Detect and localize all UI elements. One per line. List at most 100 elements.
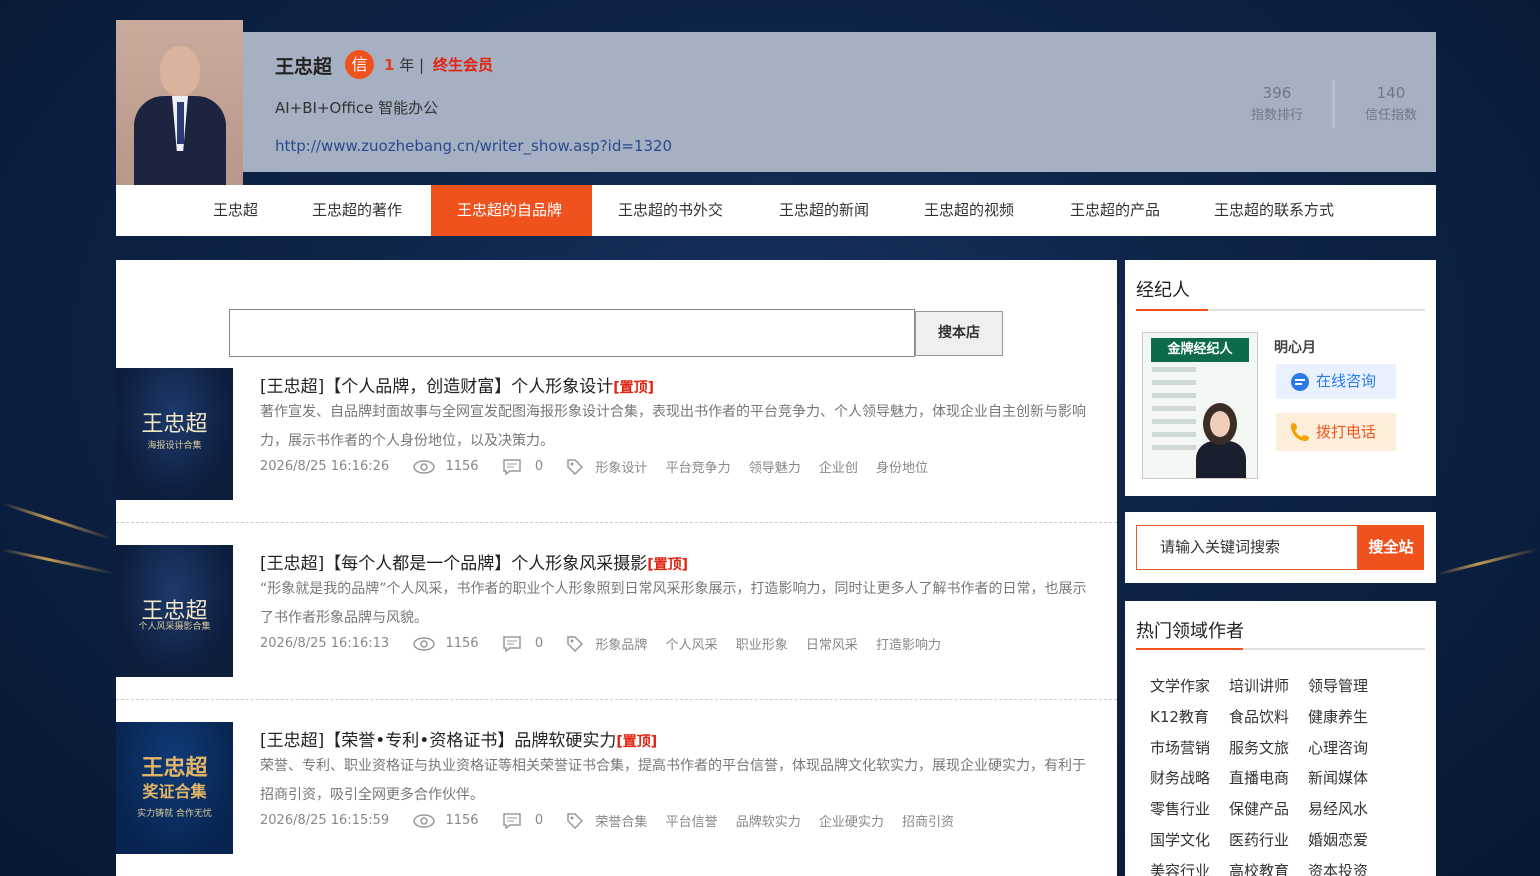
nav-item-diplomacy[interactable]: 王忠超的书外交: [592, 185, 749, 236]
article-tag[interactable]: 个人风采: [666, 634, 718, 653]
article-tag[interactable]: 职业形象: [736, 634, 788, 653]
article-comments: 0: [534, 636, 544, 651]
article-thumbnail[interactable]: 王忠超 海报设计合集: [116, 368, 233, 500]
hot-author-category[interactable]: 保健产品: [1229, 798, 1289, 819]
hot-author-category[interactable]: 直播电商: [1229, 767, 1289, 788]
hot-author-category[interactable]: 高校教育: [1229, 860, 1289, 876]
eye-icon: [413, 636, 436, 651]
article-thumbnail[interactable]: 王忠超 个人风采摄影合集: [116, 545, 233, 677]
tag-icon: [567, 635, 584, 652]
store-search-input[interactable]: [229, 309, 915, 357]
article-date: 2026/8/25 16:16:13: [260, 636, 390, 651]
article-tag[interactable]: 领导魅力: [749, 457, 801, 476]
agent-card: 经纪人 金牌经纪人 明心月 在线咨询 拨打电话: [1125, 260, 1436, 496]
nav-item-news[interactable]: 王忠超的新闻: [753, 185, 895, 236]
article-tag[interactable]: 企业创: [819, 457, 858, 476]
article-views: 1156: [445, 636, 479, 651]
article-tag[interactable]: 平台竞争力: [666, 457, 731, 476]
hot-author-category[interactable]: 食品饮料: [1229, 706, 1289, 727]
eye-icon: [413, 813, 436, 828]
hot-author-category[interactable]: 领导管理: [1308, 675, 1368, 696]
article-comments: 0: [534, 459, 544, 474]
stat-rank-label: 指数排行: [1250, 108, 1303, 123]
hot-author-category[interactable]: 培训讲师: [1229, 675, 1289, 696]
article-meta: 2026/8/25 16:15:59 1156 0 荣誉合集 平台信誉 品牌软实…: [260, 811, 954, 830]
article-desc: “形象就是我的品牌”个人风采，书作者的职业个人形象照到日常风采形象展示，打造影响…: [260, 581, 1087, 626]
hot-author-category[interactable]: 医药行业: [1229, 829, 1289, 850]
call-button[interactable]: 拨打电话: [1276, 413, 1396, 451]
nav-item-works[interactable]: 王忠超的著作: [286, 185, 428, 236]
nav-item-contact[interactable]: 王忠超的联系方式: [1188, 185, 1360, 236]
site-search-button[interactable]: 搜全站: [1358, 525, 1424, 570]
thumb-tagline: 实力铸就 合作无忧: [137, 809, 212, 819]
hot-author-category[interactable]: 资本投资: [1308, 860, 1368, 876]
article-title: [王忠超]【荣誉•专利•资格证书】品牌软硬实力: [260, 731, 617, 751]
article-tag[interactable]: 打造影响力: [876, 634, 941, 653]
article-tag[interactable]: 荣誉合集: [595, 811, 647, 830]
hot-author-category[interactable]: 财务战略: [1150, 767, 1210, 788]
hot-author-category[interactable]: 市场营销: [1150, 737, 1210, 758]
pinned-badge: [置顶]: [613, 380, 655, 396]
comment-icon: [502, 458, 521, 475]
hot-author-category[interactable]: 易经风水: [1308, 798, 1368, 819]
article-divider: [116, 699, 1117, 700]
member-level: 终生会员: [433, 56, 494, 74]
article-tag[interactable]: 身份地位: [876, 457, 928, 476]
hot-author-category[interactable]: 婚姻恋爱: [1308, 829, 1368, 850]
years-num: 1: [384, 56, 395, 74]
nav-item-home[interactable]: 王忠超: [187, 185, 284, 236]
hot-author-category[interactable]: 新闻媒体: [1308, 767, 1368, 788]
agent-name: 明心月: [1274, 340, 1316, 356]
nav-item-products[interactable]: 王忠超的产品: [1044, 185, 1186, 236]
article-tag[interactable]: 日常风采: [806, 634, 858, 653]
hot-author-category[interactable]: 零售行业: [1150, 798, 1210, 819]
site-search-card: 请输入关键词搜索 搜全站: [1125, 512, 1436, 583]
stat-divider: [1332, 80, 1335, 128]
article-title-link[interactable]: [王忠超]【个人品牌，创造财富】个人形象设计[置顶]: [260, 372, 654, 397]
site-search-input[interactable]: 请输入关键词搜索: [1136, 525, 1358, 570]
online-consult-label: 在线咨询: [1316, 372, 1377, 390]
article-tag[interactable]: 平台信誉: [666, 811, 718, 830]
article-tag[interactable]: 招商引资: [902, 811, 954, 830]
hot-author-category[interactable]: K12教育: [1150, 706, 1209, 727]
article-date: 2026/8/25 16:16:26: [260, 459, 390, 474]
online-consult-button[interactable]: 在线咨询: [1276, 364, 1396, 399]
agent-title: 经纪人: [1136, 280, 1190, 301]
phone-icon: [1291, 423, 1309, 441]
stat-rank: 396 指数排行: [1232, 84, 1322, 123]
article-title: [王忠超]【个人品牌，创造财富】个人形象设计: [260, 377, 614, 397]
hot-author-category[interactable]: 美容行业: [1150, 860, 1210, 876]
hot-author-category[interactable]: 服务文旅: [1229, 737, 1289, 758]
pinned-badge: [置顶]: [616, 734, 658, 750]
nav-item-videos[interactable]: 王忠超的视频: [898, 185, 1040, 236]
thumb-subtitle: 海报设计合集: [147, 441, 202, 451]
stat-rank-value: 396: [1262, 84, 1292, 102]
hot-authors-title: 热门领域作者: [1136, 621, 1244, 642]
hot-author-category[interactable]: 文学作家: [1150, 675, 1210, 696]
agent-poster-header: 金牌经纪人: [1151, 338, 1249, 362]
tag-icon: [567, 812, 584, 829]
main-content: 搜本店 王忠超 海报设计合集 [王忠超]【个人品牌，创造财富】个人形象设计[置顶…: [116, 260, 1117, 876]
article-tag[interactable]: 企业硬实力: [819, 811, 884, 830]
hot-author-category[interactable]: 国学文化: [1150, 829, 1210, 850]
hot-authors-card: 热门领域作者 文学作家 培训讲师 领导管理 K12教育 食品饮料 健康养生市场营销 服务文旅…: [1125, 601, 1436, 876]
article-title: [王忠超]【每个人都是一个品牌】个人形象风采摄影: [260, 554, 648, 574]
article-desc: 荣誉、专利、职业资格证与执业资格证等相关荣誉证书合集，提高书作者的平台信誉，体现…: [260, 758, 1086, 803]
agent-poster[interactable]: 金牌经纪人: [1142, 332, 1258, 479]
store-search-button[interactable]: 搜本店: [915, 311, 1003, 356]
article-title-link[interactable]: [王忠超]【每个人都是一个品牌】个人形象风采摄影[置顶]: [260, 549, 688, 574]
nav-item-brand[interactable]: 王忠超的自品牌: [431, 185, 592, 236]
avatar[interactable]: [116, 20, 243, 185]
trust-badge: 信: [345, 50, 374, 79]
article-tag[interactable]: 品牌软实力: [736, 811, 801, 830]
article-tag[interactable]: 形象品牌: [595, 634, 647, 653]
article-thumbnail[interactable]: 王忠超 奖证合集 实力铸就 合作无忧: [116, 722, 233, 854]
article-tag[interactable]: 形象设计: [595, 457, 647, 476]
bg-gold-stripe: [0, 547, 116, 576]
hot-author-category[interactable]: 健康养生: [1308, 706, 1368, 727]
stat-trust: 140 信任指数: [1346, 84, 1436, 123]
author-url-link[interactable]: http://www.zuozhebang.cn/writer_show.asp…: [275, 137, 672, 155]
hot-author-category[interactable]: 心理咨询: [1308, 737, 1368, 758]
article-desc: 著作宣发、自品牌封面故事与全网宣发配图海报形象设计合集，表现出书作者的平台竞争力…: [260, 404, 1086, 449]
article-title-link[interactable]: [王忠超]【荣誉•专利•资格证书】品牌软硬实力[置顶]: [260, 726, 657, 751]
